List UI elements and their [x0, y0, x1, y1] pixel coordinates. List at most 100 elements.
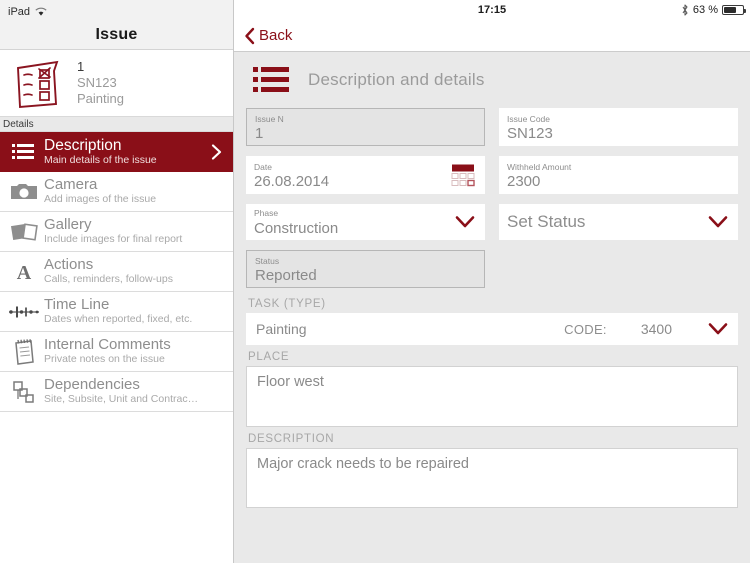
- sidebar-item-description[interactable]: Description Main details of the issue: [0, 132, 233, 172]
- status-col: Status Reported: [246, 250, 485, 288]
- withheld-amount-field[interactable]: Withheld Amount 2300: [499, 156, 738, 194]
- issue-task-label: Painting: [77, 91, 124, 107]
- description-section-label: DESCRIPTION: [248, 433, 335, 445]
- sidebar-item-time-line[interactable]: Time Line Dates when reported, fixed, et…: [0, 292, 233, 332]
- status-field: Status Reported: [246, 250, 485, 288]
- withheld-amount-col: Withheld Amount 2300: [499, 156, 738, 194]
- status-spacer: [499, 250, 738, 288]
- task-type-dropdown[interactable]: Painting CODE: 3400: [246, 313, 738, 345]
- back-button-label: Back: [259, 27, 293, 44]
- sidebar-menu: Description Main details of the issue Ca…: [0, 132, 233, 563]
- detail-header: Description and details: [246, 52, 738, 108]
- description-textarea[interactable]: Major crack needs to be repaired: [246, 448, 738, 508]
- app-root: iPad Issue 1 SN123 Painting Details Desc…: [0, 0, 750, 563]
- sidebar-item-gallery[interactable]: Gallery Include images for final report: [0, 212, 233, 252]
- issue-n-col: Issue N 1: [246, 108, 485, 146]
- date-value: 26.08.2014: [254, 173, 330, 191]
- sidebar-item-title: Description: [44, 136, 122, 154]
- phase-label: Phase: [254, 208, 279, 219]
- phase-col: Phase Construction: [246, 204, 485, 240]
- sidebar-item-title: Internal Comments: [44, 335, 171, 353]
- timeline-icon: [4, 305, 44, 319]
- form-row-1: Issue N 1 Issue Code SN123: [246, 108, 738, 146]
- sidebar-item-subtitle: Main details of the issue: [44, 153, 157, 166]
- sidebar-item-subtitle: Site, Subsite, Unit and Contrac…: [44, 393, 199, 406]
- status-bar-left: iPad: [0, 0, 233, 20]
- place-section-label: PLACE: [248, 351, 290, 363]
- issue-code-label: SN123: [77, 74, 117, 90]
- sidebar-item-actions[interactable]: A Actions Calls, reminders, follow-ups: [0, 252, 233, 292]
- task-name-value: Painting: [256, 321, 307, 337]
- date-label: Date: [254, 161, 272, 172]
- set-status-placeholder: Set Status: [507, 212, 586, 231]
- issue-summary-text: 1 SN123 Painting: [77, 59, 124, 108]
- sidebar-item-subtitle: Include images for final report: [44, 233, 183, 246]
- form-row-3: Phase Construction Set Status: [246, 204, 738, 240]
- sidebar-item-camera[interactable]: Camera Add images of the issue: [0, 172, 233, 212]
- sidebar-item-text: Time Line Dates when reported, fixed, et…: [44, 296, 193, 326]
- task-section-label: TASK (TYPE): [248, 298, 326, 310]
- detail-panel: 17:15 63 % Back Description and details …: [234, 0, 750, 563]
- details-section-label: Details: [3, 118, 34, 130]
- sidebar-item-text: Internal Comments Private notes on the i…: [44, 335, 171, 366]
- sidebar-nav-bar: Issue: [0, 20, 233, 50]
- chevron-right-icon: [211, 143, 222, 160]
- issue-n-label: Issue N: [255, 113, 284, 124]
- status-indicators: 63 %: [681, 4, 746, 16]
- status-clock: 17:15: [477, 4, 507, 16]
- sidebar-item-text: Camera Add images of the issue: [44, 175, 157, 206]
- issue-code-field[interactable]: Issue Code SN123: [499, 108, 738, 146]
- issue-code-col: Issue Code SN123: [499, 108, 738, 146]
- withheld-amount-label: Withheld Amount: [507, 161, 572, 172]
- sidebar-item-subtitle: Add images of the issue: [44, 193, 157, 206]
- battery-icon: [722, 5, 746, 15]
- sidebar-item-subtitle: Private notes on the issue: [44, 353, 165, 366]
- sidebar: iPad Issue 1 SN123 Painting Details Desc…: [0, 0, 234, 563]
- phase-dropdown[interactable]: Phase Construction: [246, 204, 485, 240]
- issue-code-value: SN123: [507, 125, 553, 143]
- dependencies-icon: [4, 380, 44, 404]
- device-label: iPad: [8, 5, 31, 18]
- set-status-col: Set Status: [499, 204, 738, 240]
- sidebar-item-title: Camera: [44, 175, 98, 193]
- gallery-icon: [4, 221, 44, 243]
- details-section-header: Details: [0, 117, 233, 132]
- checklist-sketch-icon: [10, 57, 65, 109]
- letter-a-icon: A: [4, 261, 44, 283]
- notepad-icon: [4, 338, 44, 365]
- task-code-label: CODE:: [564, 321, 607, 337]
- battery-percent-label: 63 %: [692, 4, 718, 16]
- calendar-icon[interactable]: [450, 163, 476, 188]
- detail-nav-bar: Back: [234, 20, 750, 52]
- set-status-dropdown[interactable]: Set Status: [499, 204, 738, 240]
- place-textarea[interactable]: Floor west: [246, 366, 738, 427]
- svg-text:A: A: [17, 262, 32, 283]
- sidebar-item-title: Gallery: [44, 215, 92, 233]
- sidebar-item-title: Dependencies: [44, 375, 140, 393]
- sidebar-item-dependencies[interactable]: Dependencies Site, Subsite, Unit and Con…: [0, 372, 233, 412]
- sidebar-item-text: Dependencies Site, Subsite, Unit and Con…: [44, 375, 199, 406]
- issue-number: 1: [77, 58, 85, 74]
- detail-page-title: Description and details: [308, 70, 485, 89]
- status-value: Reported: [255, 267, 317, 285]
- sidebar-item-text: Gallery Include images for final report: [44, 215, 183, 246]
- status-label: Status: [255, 255, 280, 266]
- chevron-down-icon: [455, 216, 475, 229]
- chevron-down-icon: [708, 216, 728, 229]
- phase-value: Construction: [254, 219, 339, 237]
- date-field[interactable]: Date 26.08.2014: [246, 156, 485, 194]
- page-title: Issue: [95, 25, 138, 43]
- issue-summary-card[interactable]: 1 SN123 Painting: [0, 50, 233, 117]
- sidebar-item-subtitle: Calls, reminders, follow-ups: [44, 273, 173, 286]
- sidebar-item-text: Description Main details of the issue: [44, 137, 157, 167]
- form-row-4: Status Reported: [246, 250, 738, 288]
- list-lines-icon: [253, 66, 292, 94]
- sidebar-item-internal-comments[interactable]: Internal Comments Private notes on the i…: [0, 332, 233, 372]
- chevron-left-icon: [244, 27, 255, 45]
- bluetooth-icon: [681, 4, 689, 16]
- form-row-2: Date 26.08.2014 Withheld Amount 2300: [246, 156, 738, 194]
- chevron-down-icon: [708, 323, 728, 336]
- sidebar-item-subtitle: Dates when reported, fixed, etc.: [44, 313, 193, 326]
- camera-icon: [4, 182, 44, 201]
- back-button[interactable]: Back: [244, 27, 292, 45]
